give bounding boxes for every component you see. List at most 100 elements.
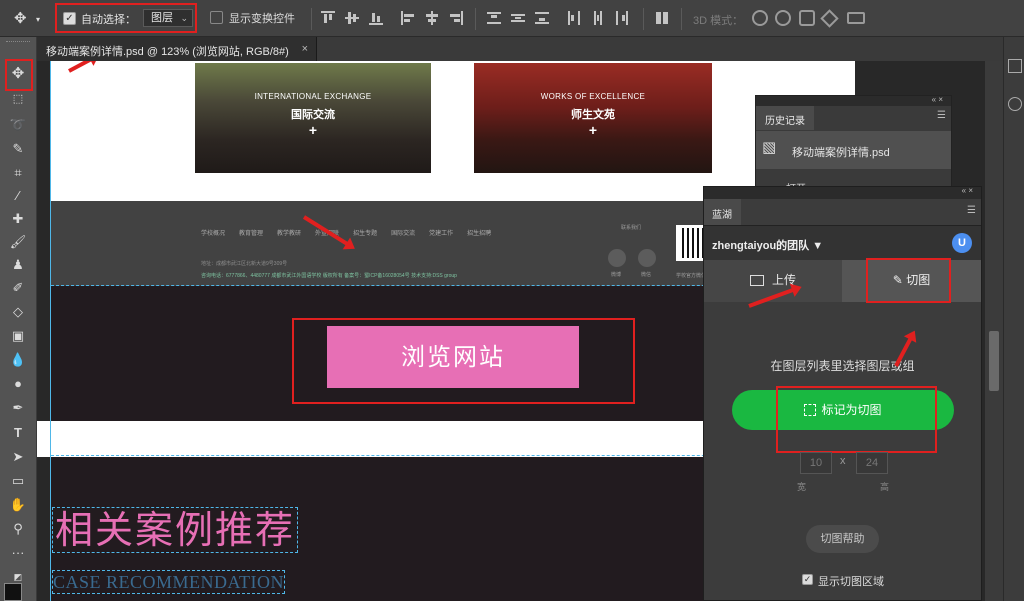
width-label: 宽	[797, 482, 807, 492]
pen-tool-icon[interactable]: ✒	[8, 398, 28, 418]
tab-history[interactable]: 历史记录	[756, 106, 814, 130]
distribute-bottom-edges-icon[interactable]	[535, 11, 549, 25]
3d-roll-icon[interactable]	[775, 10, 791, 26]
avatar[interactable]: U	[952, 233, 972, 253]
auto-select-target-dropdown[interactable]: 图层 ⌄	[143, 9, 193, 27]
move-tool-preset-icon[interactable]: ✥ ▾	[14, 9, 44, 29]
show-transform-checkbox[interactable]	[210, 11, 223, 24]
marquee-tool-icon[interactable]: ⬚	[8, 89, 28, 109]
caret-down-icon: ▼	[812, 240, 824, 252]
path-selection-tool-icon[interactable]: ➤	[8, 447, 28, 467]
lanhu-panel: « × 蓝湖 ☰ zhengtaiyou的团队 ▼ U 上传 ✎ 切图 在图层列…	[703, 186, 982, 601]
auto-select-group: ✓ 自动选择： 图层 ⌄	[55, 3, 197, 33]
3d-pan-icon[interactable]	[799, 10, 815, 26]
align-left-edges-icon[interactable]	[401, 11, 415, 25]
separator	[311, 8, 312, 30]
plus-icon: +	[308, 122, 318, 138]
align-horizontal-centers-icon[interactable]	[425, 11, 439, 25]
footer-nav: 学校概况教育管理教学教研外宣网联招生专题国际交流党建工作招生招聘	[201, 228, 505, 237]
panel-menu-icon[interactable]: ☰	[967, 205, 976, 216]
footer-nav-item: 教育管理	[239, 231, 264, 237]
more-tools-icon[interactable]: ···	[8, 543, 28, 563]
vertical-scrollbar[interactable]	[985, 61, 1003, 601]
crop-tool-icon[interactable]: ⌗	[8, 163, 28, 183]
footer-copyright: 咨询电话：6777866、4480777 成都市武江外国语学校 版权所有 备案号…	[201, 273, 457, 279]
brush-tool-icon[interactable]: 🖌	[8, 232, 28, 252]
photoshop-window: ✥ ▾ ✓ 自动选择： 图层 ⌄ 显示变换控件 3D 模式： ✥ ⬚ ➰ ✎ ⌗…	[0, 0, 1024, 601]
separator	[643, 8, 644, 30]
history-snapshot[interactable]: ▧ 移动端案例详情.psd	[756, 131, 951, 169]
times-symbol: x	[840, 455, 846, 467]
page-section-white	[51, 61, 855, 201]
3d-orbit-icon[interactable]	[752, 10, 768, 26]
align-top-edges-icon[interactable]	[321, 11, 335, 25]
weibo-label: 微博	[611, 272, 622, 278]
panel-collapse-close[interactable]: « ×	[932, 95, 943, 104]
show-slice-area-label: 显示切图区域	[818, 576, 884, 588]
auto-select-target-value: 图层	[151, 12, 173, 24]
panel-header: « ×	[704, 186, 981, 199]
3d-scale-icon[interactable]	[847, 12, 865, 24]
type-tool-icon[interactable]: T	[8, 423, 28, 443]
distribute-horizontal-centers-icon[interactable]	[591, 11, 605, 25]
panel-grip[interactable]	[6, 41, 30, 45]
slice-width-field[interactable]: 10	[800, 452, 832, 474]
image-icon	[749, 275, 764, 287]
align-vertical-centers-icon[interactable]	[345, 11, 359, 25]
recommend-heading-en: CASE RECOMMENDATION	[52, 570, 286, 594]
move-tool-icon[interactable]: ✥	[8, 64, 28, 84]
show-transform-label: 显示变换控件	[229, 13, 295, 25]
auto-select-checkbox[interactable]: ✓	[63, 12, 76, 25]
panel-menu-icon[interactable]: ☰	[937, 110, 946, 121]
align-bottom-edges-icon[interactable]	[369, 11, 383, 25]
rectangle-tool-icon[interactable]: ▭	[8, 471, 28, 491]
zoom-tool-icon[interactable]: ⚲	[8, 519, 28, 539]
show-slice-area-checkbox[interactable]: ✓	[802, 574, 813, 585]
distribute-left-edges-icon[interactable]	[567, 11, 581, 25]
eyedropper-tool-icon[interactable]: ⁄	[8, 186, 28, 206]
lasso-tool-icon[interactable]: ➰	[8, 115, 28, 135]
tab-bar	[317, 37, 1007, 61]
recommend-heading-zh: 相关案例推荐	[52, 507, 299, 553]
panel-collapse-close[interactable]: « ×	[962, 186, 973, 195]
eraser-tool-icon[interactable]: ◇	[8, 302, 28, 322]
document-tab[interactable]: 移动端案例详情.psd @ 123% (浏览网站, RGB/8#) ×	[37, 37, 317, 61]
footer-nav-item: 国际交流	[391, 231, 416, 237]
auto-align-layers-icon[interactable]	[655, 11, 669, 25]
footer-nav-item: 招生招聘	[467, 231, 492, 237]
3d-mode-label: 3D 模式：	[693, 15, 744, 27]
scroll-thumb[interactable]	[989, 331, 999, 391]
blur-tool-icon[interactable]: 💧	[8, 350, 28, 370]
align-right-edges-icon[interactable]	[449, 11, 463, 25]
history-panel: « × 历史记录 ☰ ▧ 移动端案例详情.psd 打开	[755, 95, 952, 195]
guide-line	[50, 61, 51, 601]
options-bar: ✥ ▾ ✓ 自动选择： 图层 ⌄ 显示变换控件 3D 模式：	[0, 0, 1024, 37]
clone-stamp-tool-icon[interactable]: ♟	[8, 255, 28, 275]
close-icon[interactable]: ×	[302, 43, 308, 55]
dodge-tool-icon[interactable]: ●	[8, 374, 28, 394]
distribute-vertical-centers-icon[interactable]	[511, 11, 525, 25]
separator	[475, 8, 476, 30]
snapshot-thumbnail-icon: ▧	[762, 139, 777, 156]
healing-brush-tool-icon[interactable]: ✚	[8, 209, 28, 229]
distribute-top-edges-icon[interactable]	[487, 11, 501, 25]
tab-lanhu[interactable]: 蓝湖	[704, 199, 741, 225]
foreground-color-swatch[interactable]	[4, 583, 22, 601]
properties-panel-icon[interactable]	[1008, 97, 1022, 111]
team-name: zhengtaiyou的团队 ▼	[712, 237, 823, 253]
3d-slide-icon[interactable]	[820, 9, 839, 28]
team-selector[interactable]: zhengtaiyou的团队 ▼ U	[704, 225, 981, 260]
photo-caption-zh: 国际交流	[291, 109, 335, 121]
panel-header: « ×	[756, 95, 951, 106]
distribute-right-edges-icon[interactable]	[615, 11, 629, 25]
layers-panel-icon[interactable]	[1008, 59, 1022, 73]
plus-icon: +	[588, 122, 598, 138]
height-label: 高	[880, 482, 890, 492]
photo-caption-en: WORKS OF EXCELLENCE	[540, 92, 646, 101]
history-brush-tool-icon[interactable]: ✐	[8, 278, 28, 298]
slice-help-button[interactable]: 切图帮助	[806, 525, 879, 553]
slice-height-field[interactable]: 24	[856, 452, 888, 474]
hand-tool-icon[interactable]: ✋	[8, 495, 28, 515]
quick-selection-tool-icon[interactable]: ✎	[8, 139, 28, 159]
gradient-tool-icon[interactable]: ▣	[8, 326, 28, 346]
